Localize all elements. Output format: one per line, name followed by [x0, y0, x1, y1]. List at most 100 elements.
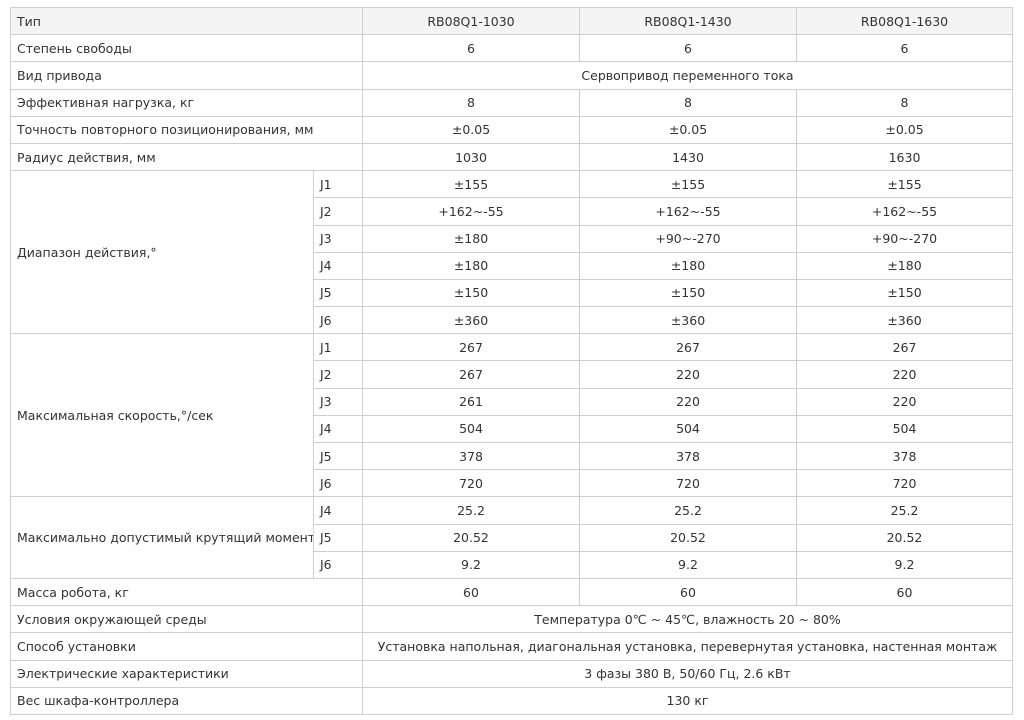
cell-value: 720	[362, 469, 580, 498]
axis-label: J6	[313, 306, 363, 335]
table-row: Радиус действия, мм 1030 1430 1630	[10, 142, 1013, 172]
row-label: Способ установки	[10, 632, 363, 661]
cell-value: ±155	[579, 170, 797, 199]
cell-value: 220	[579, 360, 797, 389]
cell-value: ±150	[579, 278, 797, 308]
cell-value: ±150	[362, 278, 580, 308]
model-header: RB08Q1-1630	[796, 6, 1013, 36]
table-row: Вид привода Сервопривод переменного тока	[10, 61, 1013, 90]
cell-value: 9.2	[579, 550, 797, 579]
table-row: Вес шкафа-контроллера 130 кг	[10, 686, 1013, 715]
cell-value: 267	[362, 333, 580, 362]
spec-table: Тип RB08Q1-1030 RB08Q1-1430 RB08Q1-1630 …	[10, 6, 1013, 715]
axis-label: J5	[313, 523, 363, 552]
cell-value: 6	[796, 34, 1013, 63]
model-header: RB08Q1-1430	[579, 6, 797, 36]
table-row: Максимальная скорость,°/сек J1 267 267 2…	[10, 333, 1013, 498]
cell-value-merged: Температура 0℃ ~ 45℃, влажность 20 ~ 80%	[362, 605, 1013, 634]
header-row: Тип RB08Q1-1030 RB08Q1-1430 RB08Q1-1630	[10, 6, 1013, 36]
cell-value: 6	[362, 34, 580, 63]
cell-value: 25.2	[579, 496, 797, 525]
row-label: Радиус действия, мм	[10, 142, 363, 172]
cell-value: ±0.05	[579, 115, 797, 144]
cell-value: 267	[362, 360, 580, 389]
group-label-range: Диапазон действия,°	[10, 170, 314, 335]
axis-label: J3	[313, 387, 363, 416]
row-label: Условия окружающей среды	[10, 605, 363, 634]
table-row: Условия окружающей среды Температура 0℃ …	[10, 605, 1013, 634]
axis-label: J4	[313, 251, 363, 280]
cell-value-merged: Установка напольная, диагональная устано…	[362, 632, 1013, 661]
cell-value: +90~-270	[579, 224, 797, 253]
cell-value-merged: 3 фазы 380 В, 50/60 Гц, 2.6 кВт	[362, 659, 1013, 688]
cell-value: 261	[362, 387, 580, 416]
row-label: Степень свободы	[10, 34, 363, 63]
cell-value: ±150	[796, 278, 1013, 308]
cell-value: 504	[796, 414, 1013, 444]
cell-value: 720	[796, 469, 1013, 498]
group-label-torque: Максимально допустимый крутящий момент, …	[10, 496, 314, 579]
table-row: Эффективная нагрузка, кг 8 8 8	[10, 88, 1013, 117]
cell-value: 1430	[579, 142, 797, 172]
cell-value: ±155	[362, 170, 580, 199]
cell-value: ±180	[796, 251, 1013, 280]
cell-value: 25.2	[796, 496, 1013, 525]
cell-value: ±155	[796, 170, 1013, 199]
cell-value: 8	[362, 88, 580, 117]
cell-value: 60	[796, 577, 1013, 607]
axis-label: J2	[313, 360, 363, 389]
cell-value: 20.52	[796, 523, 1013, 552]
cell-value: ±360	[362, 306, 580, 335]
cell-value: ±0.05	[796, 115, 1013, 144]
cell-value: 25.2	[362, 496, 580, 525]
cell-value: ±360	[579, 306, 797, 335]
cell-value: 378	[362, 441, 580, 471]
cell-value: ±180	[579, 251, 797, 280]
cell-value: +162~-55	[579, 197, 797, 226]
group-label-speed: Максимальная скорость,°/сек	[10, 333, 314, 498]
cell-value: 20.52	[362, 523, 580, 552]
row-label: Эффективная нагрузка, кг	[10, 88, 363, 117]
axis-label: J2	[313, 197, 363, 226]
cell-value: ±360	[796, 306, 1013, 335]
header-label: Тип	[10, 6, 363, 36]
cell-value: 6	[579, 34, 797, 63]
cell-value: 60	[579, 577, 797, 607]
cell-value: 1030	[362, 142, 580, 172]
cell-value: 8	[579, 88, 797, 117]
axis-label: J6	[313, 550, 363, 579]
table-row: Максимально допустимый крутящий момент, …	[10, 496, 1013, 579]
row-label: Масса робота, кг	[10, 577, 363, 607]
cell-value-merged: 130 кг	[362, 686, 1013, 715]
cell-value: 504	[362, 414, 580, 444]
cell-value: 20.52	[579, 523, 797, 552]
axis-label: J4	[313, 414, 363, 444]
cell-value: +162~-55	[362, 197, 580, 226]
axis-label: J3	[313, 224, 363, 253]
row-label: Точность повторного позиционирования, мм	[10, 115, 363, 144]
cell-value: 9.2	[796, 550, 1013, 579]
table-row: Точность повторного позиционирования, мм…	[10, 115, 1013, 144]
axis-label: J5	[313, 441, 363, 471]
cell-value: 9.2	[362, 550, 580, 579]
cell-value: ±180	[362, 251, 580, 280]
table-row: Диапазон действия,° J1 ±155 ±155 ±155	[10, 170, 1013, 335]
cell-value: 504	[579, 414, 797, 444]
table-row: Способ установки Установка напольная, ди…	[10, 632, 1013, 661]
row-label: Вес шкафа-контроллера	[10, 686, 363, 715]
axis-label: J1	[313, 170, 363, 199]
cell-value: 60	[362, 577, 580, 607]
row-label: Вид привода	[10, 61, 363, 90]
cell-value: 378	[579, 441, 797, 471]
cell-value: ±0.05	[362, 115, 580, 144]
table-row: Электрические характеристики 3 фазы 380 …	[10, 659, 1013, 688]
cell-value: 220	[579, 387, 797, 416]
cell-value: 220	[796, 360, 1013, 389]
cell-value: +162~-55	[796, 197, 1013, 226]
cell-value: 1630	[796, 142, 1013, 172]
cell-value: 267	[796, 333, 1013, 362]
cell-value-merged: Сервопривод переменного тока	[362, 61, 1013, 90]
axis-label: J4	[313, 496, 363, 525]
row-label: Электрические характеристики	[10, 659, 363, 688]
cell-value: +90~-270	[796, 224, 1013, 253]
